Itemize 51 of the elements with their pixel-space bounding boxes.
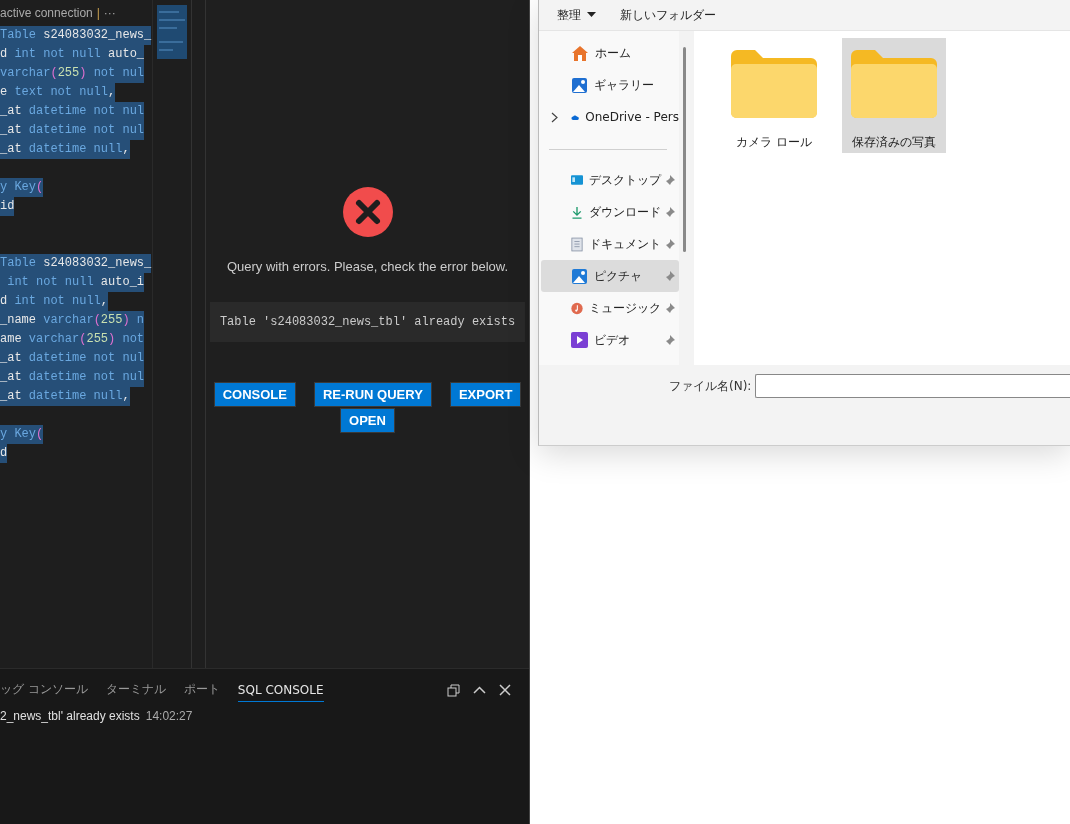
chevron-right-icon[interactable] <box>550 111 558 123</box>
folder-icon <box>731 50 817 118</box>
home-icon <box>571 44 589 62</box>
desktop-icon <box>571 173 583 187</box>
pin-icon <box>665 174 675 186</box>
action-button[interactable]: OPEN <box>340 408 395 433</box>
error-detail: Table 's24083032_news_tbl' already exists <box>210 302 525 342</box>
action-button[interactable]: CONSOLE <box>213 382 296 407</box>
panel-tab[interactable]: ポート <box>183 677 220 703</box>
folder-item[interactable]: 保存済みの写真 <box>842 38 946 153</box>
minimap-drawing <box>157 5 187 59</box>
pin-icon <box>665 334 675 346</box>
caret-icon <box>587 12 596 18</box>
action-button[interactable]: EXPORT <box>449 382 522 407</box>
panel-tab[interactable]: ターミナル <box>105 677 166 703</box>
scrollbar[interactable] <box>191 0 206 668</box>
output-message: 2_news_tbl' already exists <box>0 709 140 723</box>
nav-item[interactable]: ビデオ <box>541 324 679 356</box>
folder-item[interactable]: カメラ ロール <box>722 38 826 153</box>
picture-icon <box>571 76 588 94</box>
output-time: 14:02:27 <box>145 709 193 723</box>
close-icon[interactable] <box>499 684 511 696</box>
picture-icon <box>571 267 588 285</box>
more-actions[interactable]: ··· <box>103 6 116 20</box>
nav-item[interactable]: ピクチャ <box>541 260 679 292</box>
panel-tab[interactable]: SQL CONSOLE <box>237 678 324 702</box>
error-message: Query with errors. Please, check the error below. <box>226 259 509 274</box>
video-icon <box>571 332 588 348</box>
nav-item[interactable]: OneDrive - Pers <box>541 101 679 133</box>
nav-item[interactable]: ダウンロード <box>541 196 679 228</box>
separator-text: | <box>96 6 100 20</box>
action-button[interactable]: RE-RUN QUERY <box>313 382 432 407</box>
pin-icon <box>665 238 675 250</box>
error-icon <box>342 187 393 237</box>
restore-icon[interactable] <box>447 683 460 697</box>
document-icon <box>571 235 583 253</box>
filename-label: ファイル名(N): <box>669 378 752 395</box>
nav-item[interactable]: ホーム <box>541 37 679 69</box>
organize-button[interactable]: 整理 <box>555 4 598 26</box>
connection-status[interactable]: active connection <box>0 6 93 20</box>
panel-tab[interactable]: ッグ コンソール <box>0 677 88 703</box>
pin-icon <box>665 302 675 314</box>
nav-item[interactable]: デスクトップ <box>541 164 679 196</box>
nav-item[interactable]: ギャラリー <box>541 69 679 101</box>
nav-item[interactable]: ミュージック <box>541 292 679 324</box>
folder-icon <box>851 50 937 118</box>
new-folder-button[interactable]: 新しいフォルダー <box>618 4 718 26</box>
filename-field[interactable] <box>755 374 1070 398</box>
pin-icon <box>665 206 675 218</box>
pin-icon <box>665 270 675 282</box>
nav-item[interactable]: ドキュメント <box>541 228 679 260</box>
